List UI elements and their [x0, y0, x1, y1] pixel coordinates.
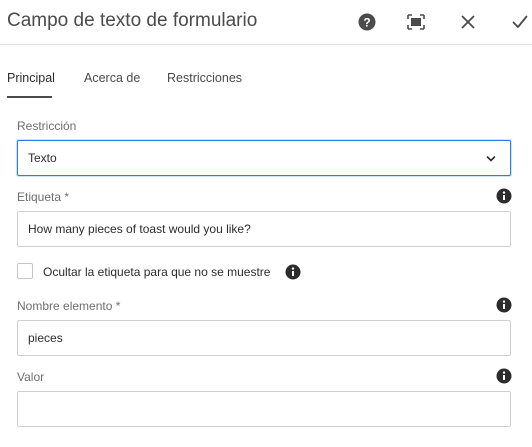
element-name-value: pieces: [28, 331, 63, 345]
value-input[interactable]: [17, 391, 511, 427]
tab-acerca-de[interactable]: Acerca de: [84, 71, 140, 85]
hide-label-checkbox[interactable]: [17, 263, 33, 279]
element-name-input[interactable]: pieces: [17, 320, 511, 356]
restriction-label: Restricción: [17, 119, 77, 133]
chevron-down-icon: [486, 153, 496, 167]
restriction-value: Texto: [28, 151, 57, 165]
help-icon[interactable]: ?: [357, 12, 377, 32]
info-icon[interactable]: [496, 368, 512, 384]
restriction-select[interactable]: Texto: [17, 140, 511, 176]
svg-text:?: ?: [363, 16, 370, 30]
hide-label-text: Ocultar la etiqueta para que no se muest…: [43, 265, 271, 279]
label-input[interactable]: How many pieces of toast would you like?: [17, 211, 511, 247]
value-label: Valor: [17, 370, 45, 384]
checkmark-icon[interactable]: [510, 12, 530, 32]
tab-list: Principal Acerca de Restricciones: [0, 44, 532, 98]
active-tab-indicator: [7, 96, 52, 98]
close-icon[interactable]: [458, 12, 478, 32]
info-icon[interactable]: [496, 188, 512, 204]
info-icon[interactable]: [496, 297, 512, 313]
dialog-header: Campo de texto de formulario ?: [0, 0, 532, 45]
info-icon[interactable]: [285, 264, 301, 280]
tab-restricciones[interactable]: Restricciones: [167, 71, 242, 85]
dialog-title: Campo de texto de formulario: [7, 10, 258, 31]
fullscreen-icon[interactable]: [406, 12, 426, 32]
label-input-value: How many pieces of toast would you like?: [28, 222, 251, 236]
label-field-label: Etiqueta *: [17, 190, 70, 204]
tab-principal[interactable]: Principal: [7, 71, 55, 85]
element-name-label: Nombre elemento *: [17, 299, 121, 313]
